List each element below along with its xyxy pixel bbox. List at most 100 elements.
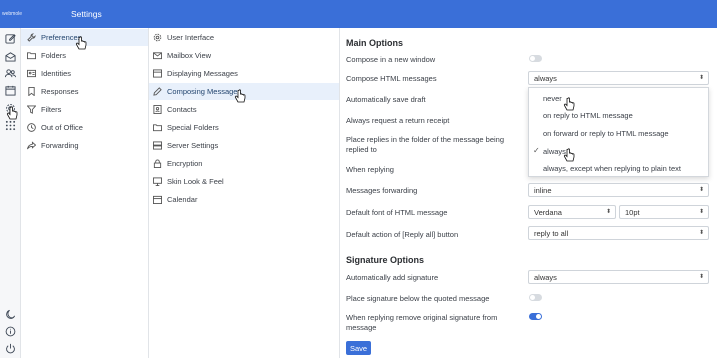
logout-icon[interactable] xyxy=(4,342,17,355)
dropdown-option[interactable]: on forward or reply to HTML message xyxy=(529,124,708,142)
section-label: Forwarding xyxy=(41,141,79,150)
section-label: Folders xyxy=(41,51,67,60)
pref-label: Encryption xyxy=(167,159,203,168)
compose-new-window-toggle[interactable] xyxy=(529,55,542,62)
messages-forwarding-value: inline xyxy=(534,185,552,195)
section-forwarding[interactable]: Forwarding xyxy=(21,137,148,154)
pref-displaying-messages[interactable]: Displaying Messages xyxy=(149,65,339,82)
messages-forwarding-select[interactable]: inline ⬍ xyxy=(528,183,709,197)
return-receipt-label: Always request a return receipt xyxy=(346,116,450,125)
pref-skin-look-feel[interactable]: Skin Look & Feel xyxy=(149,173,339,190)
compose-html-select[interactable]: always ⬍ xyxy=(528,71,709,85)
monitor-icon xyxy=(152,177,162,187)
calendar-icon xyxy=(152,195,162,205)
dropdown-option[interactable]: always, except when replying to plain te… xyxy=(529,159,708,177)
option-label: never xyxy=(543,93,562,103)
brand-logo-text: webmole xyxy=(2,11,23,17)
auto-add-signature-value: always xyxy=(534,272,557,282)
pref-special-folders[interactable]: Special Folders xyxy=(149,119,339,136)
pref-user-interface[interactable]: User Interface xyxy=(149,29,339,46)
select-caret-icon: ⬍ xyxy=(698,209,704,215)
select-caret-icon: ⬍ xyxy=(605,209,611,215)
section-label: Identities xyxy=(41,69,72,78)
pref-label: Skin Look & Feel xyxy=(167,177,224,186)
replies-folder-label: Place replies in the folder of the messa… xyxy=(346,135,505,154)
pencil-icon xyxy=(152,87,162,97)
pref-label: Mailbox View xyxy=(167,51,212,60)
info-icon[interactable] xyxy=(4,325,17,338)
pref-label: Composing Messages xyxy=(167,87,242,96)
pref-label: Server Settings xyxy=(167,141,219,150)
pref-label: Special Folders xyxy=(167,123,219,132)
bookmark-icon xyxy=(26,87,36,97)
hand-cursor-icon xyxy=(234,89,246,103)
share-icon xyxy=(26,141,36,151)
pref-label: User Interface xyxy=(167,33,215,42)
icon-rail xyxy=(0,28,21,358)
page-title: Settings xyxy=(71,9,102,19)
compose-html-dropdown: never on reply to HTML message on forwar… xyxy=(528,87,709,177)
main-options-title: Main Options xyxy=(346,38,403,48)
dark-mode-icon[interactable] xyxy=(4,308,17,321)
pref-label: Contacts xyxy=(167,105,197,114)
reply-all-value: reply to all xyxy=(534,228,569,238)
option-label: on forward or reply to HTML message xyxy=(543,128,669,138)
clock-icon xyxy=(26,123,36,133)
pref-label: Displaying Messages xyxy=(167,69,238,78)
calendar-icon[interactable] xyxy=(4,84,17,97)
compose-html-label: Compose HTML messages xyxy=(346,74,437,83)
section-responses[interactable]: Responses xyxy=(21,83,148,100)
cog-icon xyxy=(152,33,162,43)
lock-icon xyxy=(152,159,162,169)
filter-icon xyxy=(26,105,36,115)
section-out-of-office[interactable]: Out of Office xyxy=(21,119,148,136)
wrench-icon xyxy=(26,33,36,43)
font-family-value: Verdana xyxy=(534,207,562,217)
pref-encryption[interactable]: Encryption xyxy=(149,155,339,172)
pref-server-settings[interactable]: Server Settings xyxy=(149,137,339,154)
compose-new-window-label: Compose in a new window xyxy=(346,55,436,64)
hand-cursor-icon xyxy=(563,97,575,111)
composing-settings-panel: Main Options Compose in a new window Com… xyxy=(340,28,717,358)
pref-calendar[interactable]: Calendar xyxy=(149,191,339,208)
app-header: webmole Settings xyxy=(0,0,717,28)
auto-add-signature-label: Automatically add signature xyxy=(346,273,439,282)
select-caret-icon: ⬍ xyxy=(698,187,704,193)
dropdown-option[interactable]: on reply to HTML message xyxy=(529,106,708,124)
preferences-list: User Interface Mailbox View Displaying M… xyxy=(149,28,340,358)
section-label: Out of Office xyxy=(41,123,83,132)
section-label: Responses xyxy=(41,87,79,96)
mail-icon[interactable] xyxy=(4,50,17,63)
folder-icon xyxy=(26,51,36,61)
dropdown-option[interactable]: never xyxy=(529,89,708,107)
auto-add-signature-select[interactable]: always ⬍ xyxy=(528,270,709,284)
hand-cursor-icon xyxy=(75,36,87,50)
identity-card-icon xyxy=(26,69,36,79)
signature-below-label: Place signature below the quoted message xyxy=(346,294,490,303)
remove-signature-toggle[interactable] xyxy=(529,313,542,320)
compose-icon[interactable] xyxy=(4,32,17,45)
display-icon xyxy=(152,69,162,79)
folder-icon xyxy=(152,123,162,133)
auto-save-draft-label: Automatically save draft xyxy=(346,95,426,104)
checkmark-icon: ✓ xyxy=(533,146,540,155)
signature-below-toggle[interactable] xyxy=(529,294,542,301)
dropdown-option-selected[interactable]: ✓ always xyxy=(529,142,708,160)
save-button[interactable]: Save xyxy=(346,341,371,355)
remove-signature-label: When replying remove original signature … xyxy=(346,313,498,332)
select-caret-icon: ⬍ xyxy=(698,230,704,236)
messages-forwarding-label: Messages forwarding xyxy=(346,186,418,195)
select-caret-icon: ⬍ xyxy=(698,75,704,81)
pref-mailbox-view[interactable]: Mailbox View xyxy=(149,47,339,64)
font-family-select[interactable]: Verdana ⬍ xyxy=(528,205,616,219)
section-filters[interactable]: Filters xyxy=(21,101,148,118)
option-label: on reply to HTML message xyxy=(543,110,633,120)
option-label: always, except when replying to plain te… xyxy=(543,163,681,173)
contacts-icon[interactable] xyxy=(4,67,17,80)
hand-cursor-icon xyxy=(563,148,575,162)
font-size-select[interactable]: 10pt ⬍ xyxy=(619,205,709,219)
when-replying-label: When replying xyxy=(346,165,394,174)
hand-cursor-icon xyxy=(6,106,18,120)
section-identities[interactable]: Identities xyxy=(21,65,148,82)
reply-all-select[interactable]: reply to all ⬍ xyxy=(528,226,709,240)
